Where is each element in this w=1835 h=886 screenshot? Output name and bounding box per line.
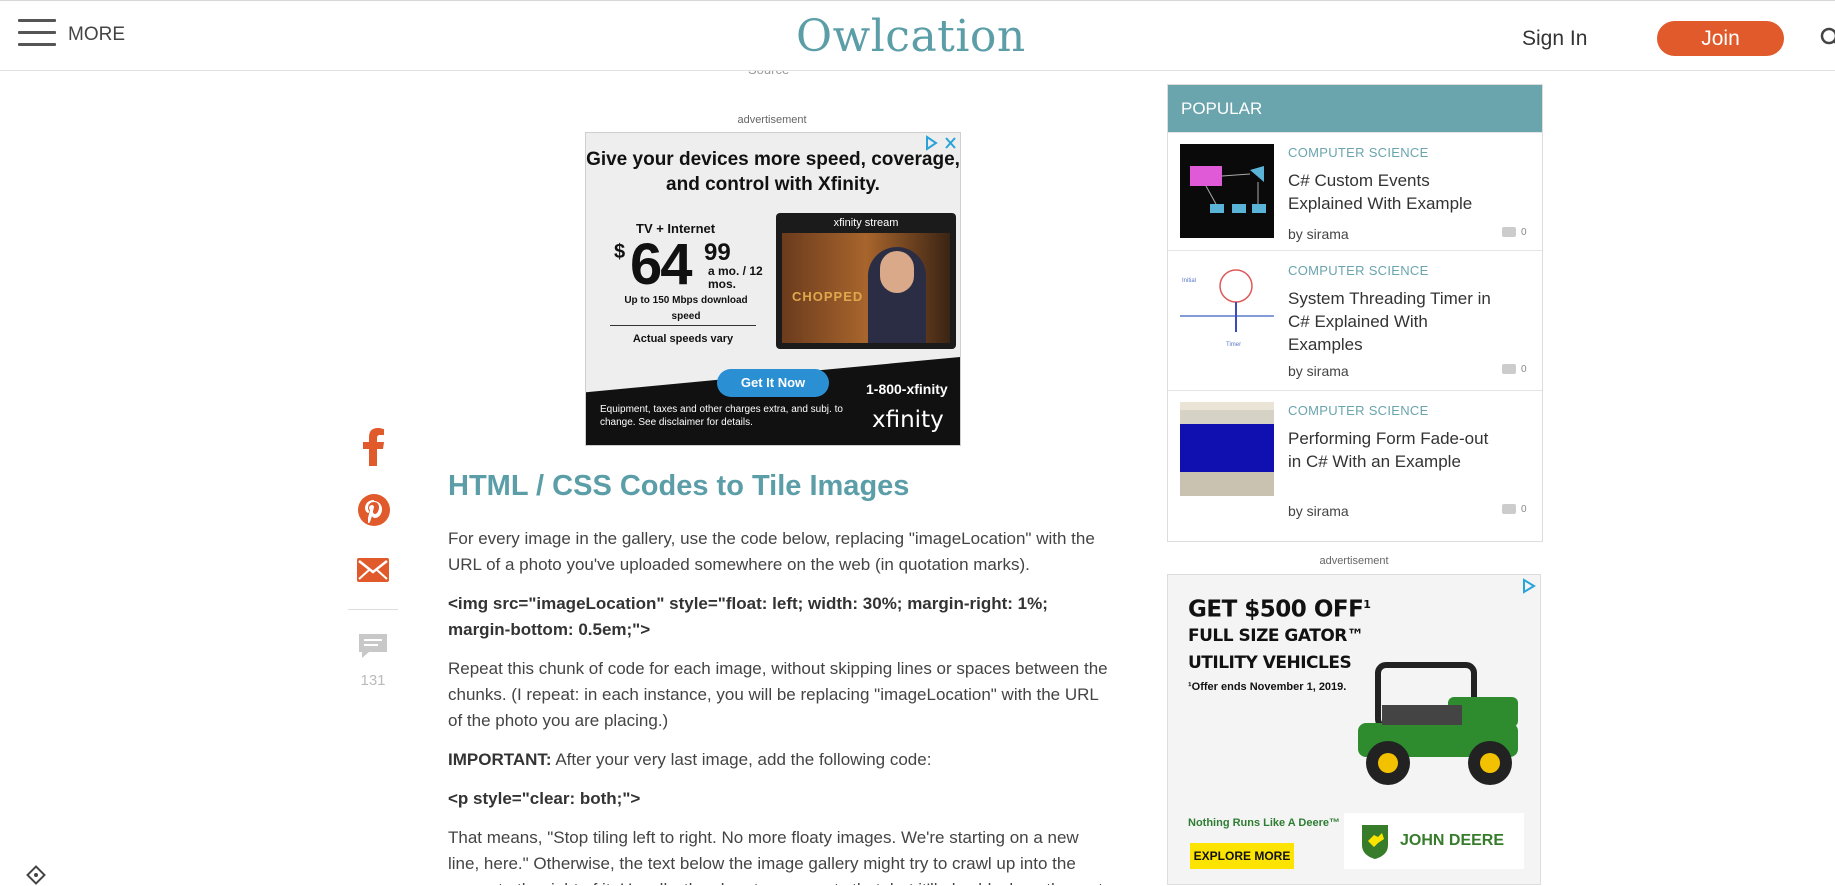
xfinity-advertisement[interactable]: Give your devices more speed, coverage, … [585, 132, 961, 446]
article-paragraph: Repeat this chunk of code for each image… [448, 659, 1108, 730]
article-title-link[interactable]: System Threading Timer in C# Explained W… [1288, 287, 1498, 356]
ad-price-terms: a mo. / 12 mos. [708, 264, 763, 291]
john-deere-logo: JOHN DEERE [1344, 813, 1524, 869]
article-comment-count: 0 [1502, 227, 1527, 238]
ad-speed: Up to 150 Mbps download speed [624, 295, 748, 322]
code-snippet-clear: <p style="clear: both;"> [448, 789, 641, 808]
ad-divider [610, 325, 756, 326]
sign-in-link[interactable]: Sign In [1522, 27, 1587, 51]
share-divider [348, 609, 398, 610]
article-category[interactable]: COMPUTER SCIENCE [1288, 145, 1429, 160]
ad-get-it-now-button[interactable]: Get It Now [717, 369, 829, 397]
article-paragraph: For every image in the gallery, use the … [448, 529, 1095, 574]
article-author[interactable]: by sirama [1288, 226, 1349, 242]
article-comment-count: 0 [1502, 364, 1527, 375]
comment-bubble-icon [1502, 504, 1516, 515]
ad-explore-more-button[interactable]: EXPLORE MORE [1190, 843, 1294, 869]
deer-logo-icon [1362, 825, 1388, 859]
article-thumbnail: Initial Timer [1180, 262, 1274, 356]
hamburger-menu-icon[interactable] [18, 19, 56, 47]
ad-subheadline: FULL SIZE GATOR™ [1188, 626, 1364, 646]
search-icon[interactable] [1820, 27, 1835, 49]
article-category[interactable]: COMPUTER SCIENCE [1288, 263, 1429, 278]
ad-tv-label: xfinity stream [833, 217, 899, 229]
utility-vehicle-image [1358, 662, 1518, 785]
popular-item[interactable]: COMPUTER SCIENCE C# Custom Events Explai… [1168, 132, 1542, 251]
join-button[interactable]: Join [1657, 21, 1784, 56]
ad-offer-note: ¹Offer ends November 1, 2019. [1188, 681, 1347, 693]
code-snippet-img-tag: <img src="imageLocation" style="float: l… [448, 594, 1048, 639]
ad-phone: 1-800-xfinity [866, 381, 948, 397]
article-author[interactable]: by sirama [1288, 363, 1349, 379]
ad-disclaimer: Equipment, taxes and other charges extra… [600, 404, 843, 428]
john-deere-advertisement[interactable]: GET $500 OFF1 FULL SIZE GATOR™ UTILITY V… [1167, 574, 1541, 885]
article-paragraph: That means, "Stop tiling left to right. … [448, 828, 1103, 885]
article-title-link[interactable]: C# Custom Events Explained With Example [1288, 169, 1498, 215]
article-thumbnail [1180, 144, 1274, 238]
advertisement-label: advertisement [1319, 555, 1389, 567]
article-author[interactable]: by sirama [1288, 503, 1349, 519]
comments-count[interactable]: 131 [348, 672, 398, 689]
svg-text:Timer: Timer [1226, 342, 1241, 348]
pinterest-icon[interactable] [358, 494, 390, 526]
comment-bubble-icon [1502, 364, 1516, 375]
ad-host-face [880, 251, 914, 293]
top-navigation-bar: MORE Owlcation Sign In Join [0, 0, 1835, 71]
section-heading: HTML / CSS Codes to Tile Images [448, 470, 910, 502]
ad-price: 64 [630, 232, 692, 297]
important-text: After your very last image, add the foll… [551, 750, 932, 769]
popular-widget: POPULAR COMPUTER SCIENCE C# Custom Event… [1167, 84, 1543, 542]
popular-item[interactable]: COMPUTER SCIENCE Performing Form Fade-ou… [1168, 390, 1542, 541]
ad-tv-image: xfinity stream CHOPPED [776, 213, 956, 349]
ad-show-title: CHOPPED [792, 289, 864, 304]
popular-heading: POPULAR [1168, 85, 1542, 132]
ad-brand-logo: xfinity [872, 407, 944, 433]
ad-dollar-sign: $ [614, 241, 626, 263]
more-menu-label[interactable]: MORE [68, 24, 125, 46]
comment-bubble-icon [1502, 227, 1516, 238]
ad-subheadline: UTILITY VEHICLES [1188, 653, 1352, 673]
article-comment-count: 0 [1502, 504, 1527, 515]
adchoices-icon[interactable] [1520, 577, 1538, 595]
important-note: IMPORTANT: After your very last image, a… [448, 747, 1108, 773]
email-icon[interactable] [357, 558, 389, 582]
important-label: IMPORTANT: [448, 750, 552, 769]
popular-item[interactable]: Initial Timer COMPUTER SCIENCE System Th… [1168, 250, 1542, 391]
site-logo[interactable]: Owlcation [796, 11, 1026, 62]
ad-tagline: Nothing Runs Like A Deere™ [1188, 817, 1340, 829]
article-category[interactable]: COMPUTER SCIENCE [1288, 403, 1429, 418]
ad-speeds-vary: Actual speeds vary [632, 333, 734, 345]
advertisement-label: advertisement [737, 114, 807, 126]
diamond-icon[interactable] [25, 864, 47, 886]
comment-icon[interactable] [357, 632, 389, 660]
ad-price-cents: 99 [704, 239, 731, 266]
facebook-icon[interactable] [360, 428, 386, 466]
ad-brand-name: JOHN DEERE [1400, 832, 1505, 849]
ad-headline: Give your devices more speed, coverage, … [586, 149, 960, 195]
ad-tv-screen: CHOPPED [782, 233, 950, 343]
svg-text:Initial: Initial [1182, 278, 1196, 284]
article-thumbnail [1180, 402, 1274, 496]
ad-headline: GET $500 OFF1 [1188, 596, 1371, 623]
article-title-link[interactable]: Performing Form Fade-out in C# With an E… [1288, 427, 1498, 473]
